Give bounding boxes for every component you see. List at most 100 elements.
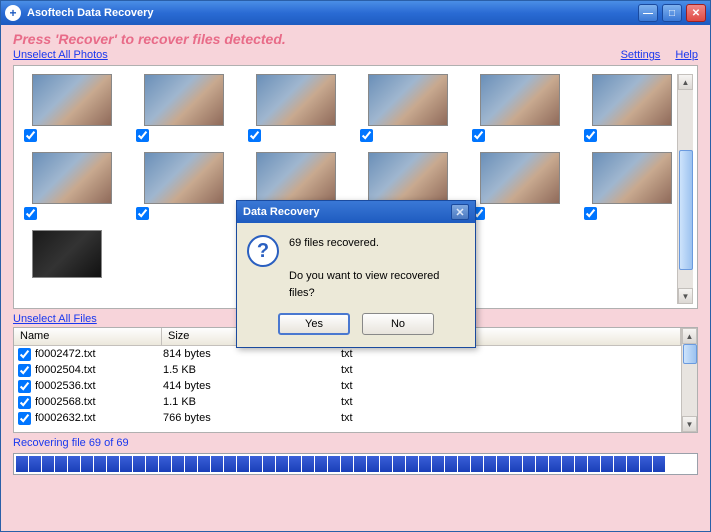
maximize-button[interactable]: □ [662,4,682,22]
question-icon: ? [247,235,279,267]
progress-segment [211,456,223,472]
photo-thumb[interactable] [472,152,562,226]
dialog-close-button[interactable]: ✕ [451,204,469,220]
scroll-up-icon[interactable]: ▲ [678,74,693,90]
close-button[interactable]: ✕ [686,4,706,22]
file-row[interactable]: f0002504.txt1.5 KBtxt [14,362,681,378]
progress-segment [159,456,171,472]
photo-thumb[interactable] [136,74,226,148]
recovery-dialog: Data Recovery ✕ ? 69 files recovered. Do… [236,200,476,348]
scroll-thumb[interactable] [679,150,693,270]
file-name: f0002472.txt [35,348,163,360]
progress-segment [393,456,405,472]
progress-segment [315,456,327,472]
progress-segment [120,456,132,472]
photo-checkbox[interactable] [136,129,149,142]
progress-segment [601,456,613,472]
file-checkbox[interactable] [18,412,31,425]
photo-thumb[interactable] [584,152,674,226]
progress-segment [419,456,431,472]
photo-thumb[interactable] [24,230,114,304]
file-row[interactable]: f0002472.txt814 bytestxt [14,346,681,362]
photo-checkbox[interactable] [584,207,597,220]
file-checkbox[interactable] [18,396,31,409]
file-scrollbar[interactable]: ▲ ▼ [681,328,697,432]
unselect-all-files-link[interactable]: Unselect All Files [13,313,97,325]
progress-segment [146,456,158,472]
file-size: 766 bytes [163,412,341,424]
progress-segment [133,456,145,472]
photo-thumb[interactable] [472,74,562,148]
file-checkbox[interactable] [18,364,31,377]
file-row[interactable]: f0002568.txt1.1 KBtxt [14,394,681,410]
file-size: 1.5 KB [163,364,341,376]
progress-segment [107,456,119,472]
minimize-button[interactable]: — [638,4,658,22]
progress-segment [289,456,301,472]
file-row[interactable]: f0002632.txt766 bytestxt [14,410,681,426]
no-button[interactable]: No [362,313,434,335]
dialog-text: 69 files recovered. Do you want to view … [289,235,465,301]
photo-checkbox[interactable] [248,129,261,142]
app-icon: + [5,5,21,21]
photo-thumb[interactable] [584,74,674,148]
file-name: f0002504.txt [35,364,163,376]
photo-thumb[interactable] [248,74,338,148]
progress-segment [432,456,444,472]
progress-bar [13,453,698,475]
dialog-title: Data Recovery [243,206,451,218]
photo-checkbox[interactable] [584,129,597,142]
progress-segment [549,456,561,472]
progress-segment [523,456,535,472]
photo-thumb[interactable] [136,152,226,226]
progress-segment [341,456,353,472]
progress-segment [497,456,509,472]
photo-checkbox[interactable] [360,129,373,142]
yes-button[interactable]: Yes [278,313,350,335]
unselect-all-photos-link[interactable]: Unselect All Photos [13,49,108,61]
photo-checkbox[interactable] [24,129,37,142]
dialog-titlebar: Data Recovery ✕ [237,201,475,223]
progress-segment [198,456,210,472]
scroll-down-icon[interactable]: ▼ [682,416,697,432]
top-link-row: Unselect All Photos Settings Help [13,49,698,61]
file-row[interactable]: f0002536.txt414 bytestxt [14,378,681,394]
scroll-down-icon[interactable]: ▼ [678,288,693,304]
progress-segment [653,456,665,472]
file-size: 814 bytes [163,348,341,360]
photo-thumb[interactable] [24,74,114,148]
progress-segment [471,456,483,472]
file-checkbox[interactable] [18,380,31,393]
photo-checkbox[interactable] [472,129,485,142]
photo-thumb[interactable] [24,152,114,226]
progress-segment [237,456,249,472]
file-name: f0002536.txt [35,380,163,392]
photo-thumb[interactable] [360,74,450,148]
scroll-thumb[interactable] [683,344,697,364]
status-text: Recovering file 69 of 69 [13,437,698,449]
progress-segment [562,456,574,472]
file-name: f0002568.txt [35,396,163,408]
scroll-up-icon[interactable]: ▲ [682,328,697,344]
dialog-line2: Do you want to view recovered files? [289,268,465,301]
settings-link[interactable]: Settings [621,49,661,61]
progress-segment [185,456,197,472]
col-name[interactable]: Name [14,328,162,345]
file-size: 414 bytes [163,380,341,392]
progress-segment [250,456,262,472]
file-checkbox[interactable] [18,348,31,361]
file-ext: txt [341,396,681,408]
photo-scrollbar[interactable]: ▲ ▼ [677,74,693,304]
file-ext: txt [341,412,681,424]
progress-segment [510,456,522,472]
progress-segment [380,456,392,472]
photo-checkbox[interactable] [136,207,149,220]
progress-segment [575,456,587,472]
file-ext: txt [341,380,681,392]
progress-segment [94,456,106,472]
window-title: Asoftech Data Recovery [27,7,638,19]
help-link[interactable]: Help [675,49,698,61]
progress-segment [276,456,288,472]
photo-checkbox[interactable] [24,207,37,220]
progress-segment [29,456,41,472]
